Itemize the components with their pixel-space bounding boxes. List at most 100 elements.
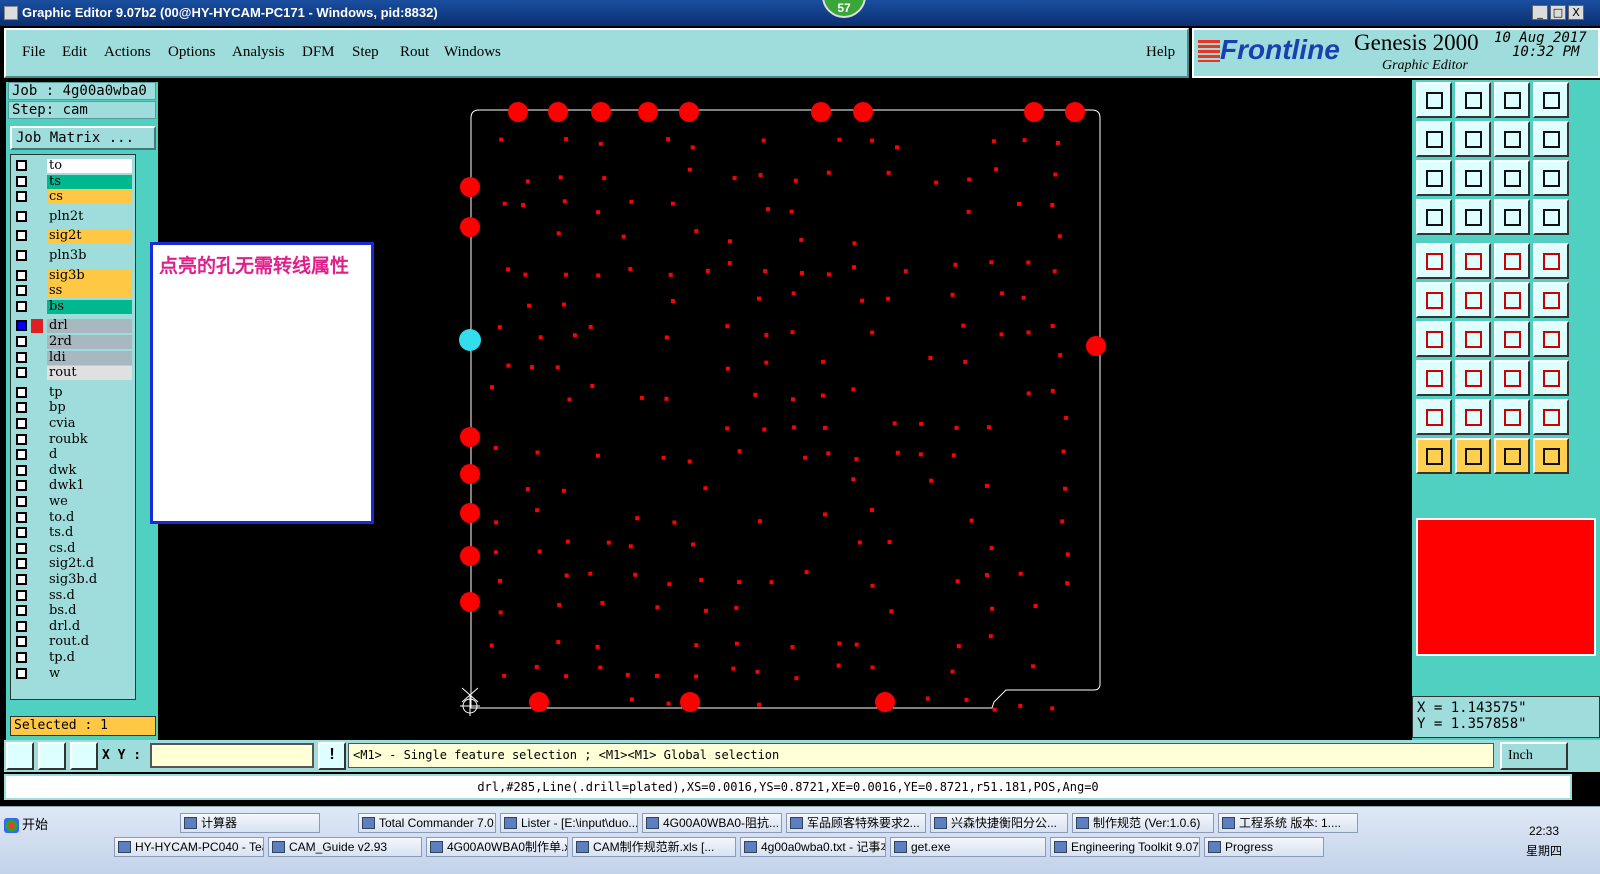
via-hole[interactable] [661, 455, 666, 460]
layer-row[interactable]: ss.d [11, 588, 135, 603]
via-hole[interactable] [991, 139, 996, 144]
grid-icon[interactable] [70, 742, 98, 770]
via-hole[interactable] [530, 365, 534, 370]
via-hole[interactable] [951, 453, 956, 458]
layers-icon[interactable] [1494, 199, 1530, 235]
via-hole[interactable] [694, 643, 699, 648]
via-hole[interactable] [950, 292, 955, 297]
triangle-icon[interactable] [1416, 399, 1452, 435]
via-hole[interactable] [694, 674, 699, 679]
taskbar-item[interactable]: 军品顾客特殊要求2... [786, 813, 926, 833]
via-hole[interactable] [525, 179, 530, 184]
taskbar-item[interactable]: CAM_Guide v2.93 [268, 837, 422, 857]
via-hole[interactable] [1031, 664, 1036, 669]
corner-icon[interactable] [1455, 243, 1491, 279]
via-hole[interactable] [1026, 391, 1031, 396]
via-hole[interactable] [498, 578, 502, 583]
via-hole[interactable] [1017, 201, 1021, 206]
taskbar-item[interactable]: 计算器 [180, 813, 320, 833]
via-hole[interactable] [490, 385, 494, 390]
via-hole[interactable] [506, 267, 511, 272]
via-hole[interactable] [1026, 330, 1031, 335]
via-hole[interactable] [1063, 486, 1068, 491]
clock[interactable]: 22:33 星期四 [1516, 821, 1572, 861]
layer-row[interactable]: cs [11, 190, 135, 205]
via-hole[interactable] [537, 549, 542, 554]
layer-row[interactable]: bs.d [11, 604, 135, 619]
via-hole[interactable] [800, 271, 804, 275]
via-hole[interactable] [989, 546, 994, 551]
via-hole[interactable] [502, 673, 507, 678]
via-hole[interactable] [790, 645, 795, 649]
via-hole[interactable] [826, 170, 831, 175]
layer-checkbox[interactable] [16, 433, 27, 445]
via-hole[interactable] [925, 696, 930, 701]
via-hole[interactable] [704, 608, 708, 613]
node-icon[interactable] [1416, 282, 1452, 318]
large-pad[interactable] [548, 102, 568, 122]
via-hole[interactable] [1064, 415, 1069, 420]
via-hole[interactable] [950, 669, 955, 674]
via-hole[interactable] [895, 145, 899, 150]
taskbar-item[interactable]: CAM制作规范新.xls [... [572, 837, 736, 857]
via-hole[interactable] [629, 199, 634, 204]
fit-icon[interactable] [1416, 160, 1452, 196]
via-hole[interactable] [668, 272, 673, 277]
via-hole[interactable] [961, 323, 966, 328]
move-icon[interactable] [1494, 282, 1530, 318]
zoom-home-icon[interactable] [1494, 121, 1530, 157]
via-hole[interactable] [967, 177, 972, 182]
snap-icon[interactable] [6, 742, 34, 770]
save-icon[interactable] [1455, 82, 1491, 118]
via-hole[interactable] [789, 209, 794, 214]
via-hole[interactable] [799, 237, 804, 242]
via-hole[interactable] [691, 542, 695, 547]
window-icon[interactable] [1533, 82, 1569, 118]
warning-icon[interactable]: ! [318, 742, 346, 770]
export-icon[interactable] [1455, 121, 1491, 157]
via-hole[interactable] [984, 483, 989, 488]
via-hole[interactable] [826, 272, 831, 277]
via-hole[interactable] [690, 145, 695, 150]
scale-icon[interactable] [1494, 160, 1530, 196]
via-hole[interactable] [667, 582, 672, 587]
via-hole[interactable] [969, 518, 974, 523]
layer-row[interactable]: ldi [11, 350, 135, 365]
via-hole[interactable] [892, 421, 897, 426]
via-hole[interactable] [734, 605, 739, 610]
layer-row[interactable]: pln3b [11, 249, 135, 263]
via-hole[interactable] [870, 138, 875, 143]
via-hole[interactable] [992, 707, 997, 712]
layer-checkbox[interactable] [16, 464, 27, 476]
via-hole[interactable] [588, 571, 593, 576]
large-pad[interactable] [679, 102, 699, 122]
via-hole[interactable] [1022, 138, 1027, 143]
via-hole[interactable] [1065, 552, 1070, 557]
via-hole[interactable] [804, 570, 809, 575]
via-hole[interactable] [502, 201, 507, 206]
via-hole[interactable] [903, 269, 908, 274]
via-hole[interactable] [664, 396, 669, 401]
via-hole[interactable] [564, 137, 569, 142]
menu-help[interactable]: Help [1146, 44, 1175, 61]
large-pad[interactable] [811, 102, 831, 122]
via-hole[interactable] [725, 426, 730, 431]
via-hole[interactable] [596, 210, 601, 215]
layer-row[interactable]: roubk [11, 432, 135, 447]
via-hole[interactable] [1060, 519, 1065, 524]
dot-icon[interactable] [1533, 243, 1569, 279]
layer-checkbox[interactable] [16, 336, 27, 347]
layer-row[interactable]: to.d [11, 510, 135, 525]
help-icon[interactable] [1533, 160, 1569, 196]
via-hole[interactable] [793, 178, 798, 183]
layer-checkbox[interactable] [16, 667, 27, 679]
overview-map[interactable] [1412, 512, 1600, 660]
via-hole[interactable] [670, 201, 675, 206]
via-hole[interactable] [757, 519, 762, 524]
via-hole[interactable] [870, 508, 874, 512]
via-hole[interactable] [769, 580, 774, 585]
via-hole[interactable] [557, 602, 562, 607]
taskbar-item[interactable]: get.exe [890, 837, 1046, 857]
via-hole[interactable] [588, 324, 593, 329]
layer-row[interactable]: sig3b.d [11, 573, 135, 587]
